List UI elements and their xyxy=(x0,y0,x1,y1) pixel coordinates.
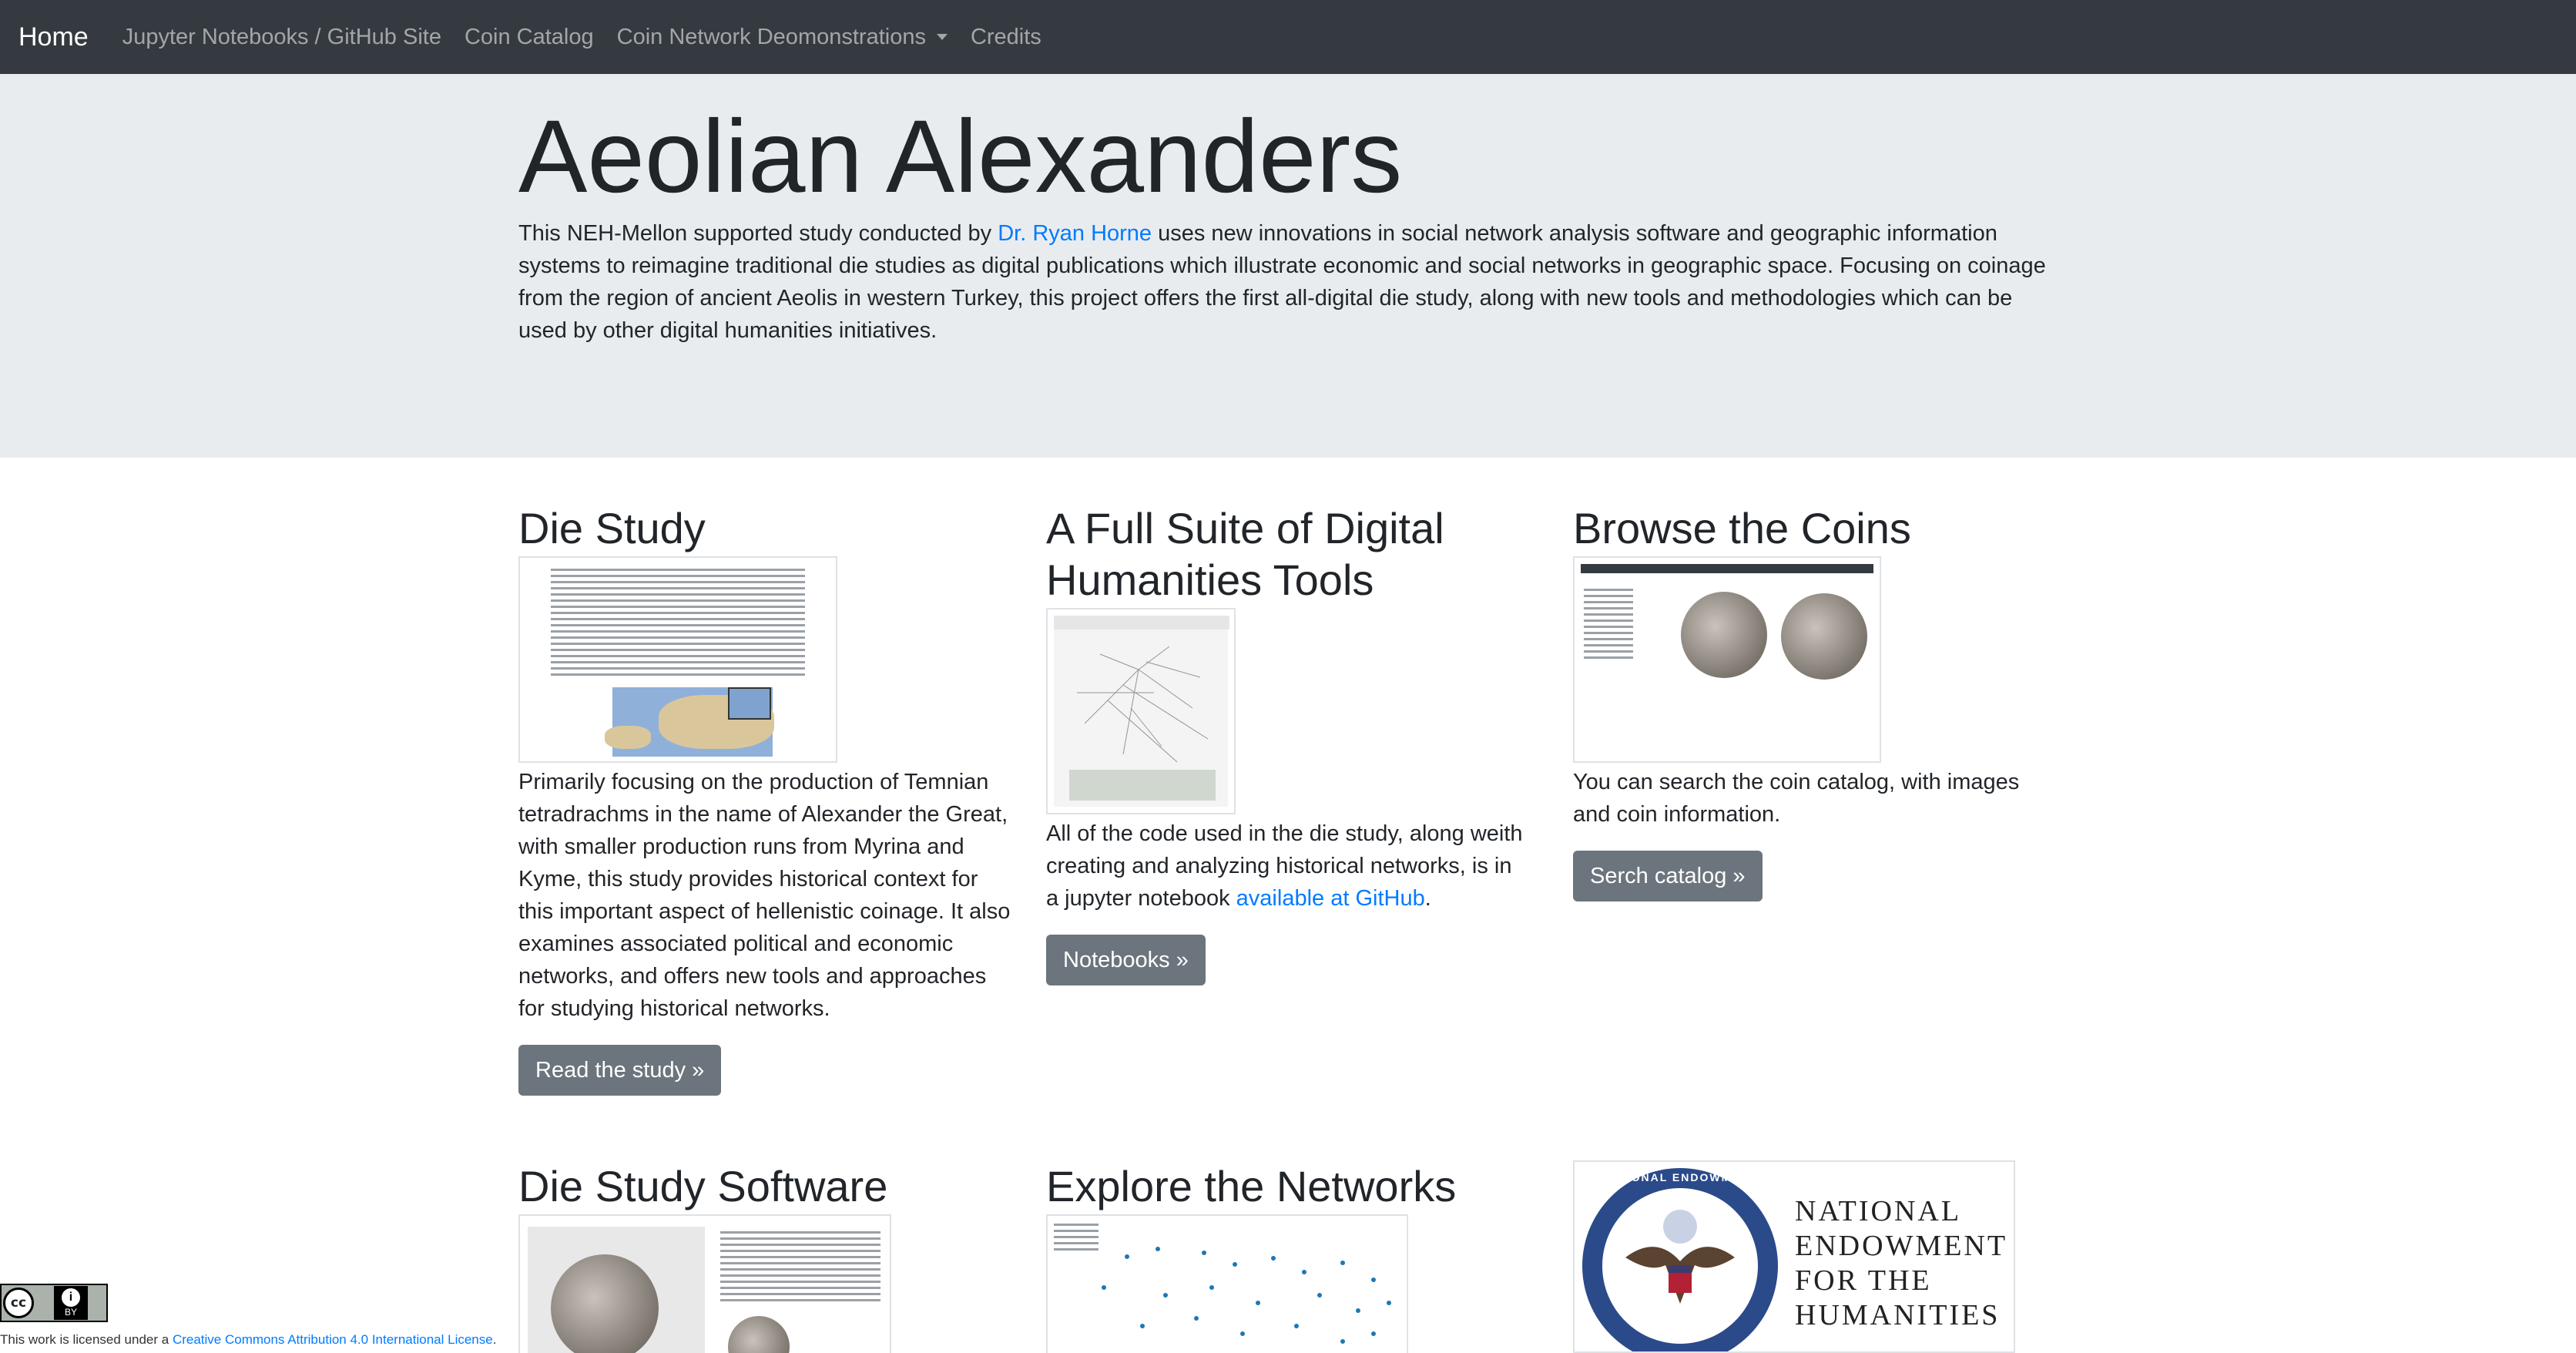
nav-network-dropdown[interactable]: Coin Network Deomonstrations xyxy=(617,25,948,50)
document-text-preview xyxy=(551,569,805,680)
coin-reverse-image xyxy=(1781,593,1867,680)
nav-home-link[interactable]: Home xyxy=(18,22,89,52)
card-die-study-software: Die Study Software xyxy=(518,1160,1011,1353)
die-study-heading: Die Study xyxy=(518,504,706,552)
page-title: Aeolian Alexanders xyxy=(518,99,1403,214)
map-image xyxy=(605,687,774,757)
eagle-icon xyxy=(1625,1210,1735,1304)
license-text-after: . xyxy=(492,1332,497,1347)
github-link[interactable]: available at GitHub xyxy=(1236,886,1425,911)
networks-thumbnail[interactable] xyxy=(1046,1214,1408,1353)
author-link[interactable]: Dr. Ryan Horne xyxy=(998,221,1152,246)
top-navbar: Home Jupyter Notebooks / GitHub Site Coi… xyxy=(0,0,2576,74)
coin-catalog-thumbnail[interactable] xyxy=(1573,556,1881,763)
nav-credits-link[interactable]: Credits xyxy=(971,25,1041,50)
browse-heading: Browse the Coins xyxy=(1573,504,1911,552)
nav-coin-catalog-link[interactable]: Coin Catalog xyxy=(465,25,594,50)
nav-credits-label: Credits xyxy=(970,24,1041,49)
cc-license-badge[interactable]: cc i BY xyxy=(0,1284,108,1322)
coin-obverse-image xyxy=(1681,592,1767,678)
neh-wordmark: NATIONAL ENDOWMENT FOR THE HUMANITIES xyxy=(1795,1195,2008,1331)
neh-seal-icon: NATIONAL ENDOWMENT xyxy=(1582,1168,1778,1351)
by-icon: i BY xyxy=(54,1286,88,1320)
nav-network-label: Coin Network Deomonstrations xyxy=(616,24,926,49)
die-study-thumbnail[interactable] xyxy=(518,556,837,763)
search-catalog-button[interactable]: Serch catalog » xyxy=(1573,851,1763,901)
tools-text-after: . xyxy=(1424,886,1431,911)
license-text-before: This work is licensed under a xyxy=(0,1332,173,1347)
hero-text-before: This NEH-Mellon supported study conducte… xyxy=(518,221,998,246)
card-browse-coins: Browse the Coins You can search the coin… xyxy=(1573,502,2051,901)
neh-logo[interactable]: NATIONAL ENDOWMENT NATIONAL ENDOWMENT FO… xyxy=(1573,1160,2015,1353)
license-link[interactable]: Creative Commons Attribution 4.0 Interna… xyxy=(173,1332,493,1347)
software-heading: Die Study Software xyxy=(518,1162,888,1210)
cc-icon: cc xyxy=(3,1288,34,1318)
license-notice: This work is licensed under a Creative C… xyxy=(0,1332,496,1348)
nav-jupyter-link[interactable]: Jupyter Notebooks / GitHub Site xyxy=(122,25,441,50)
coin-image xyxy=(551,1254,659,1353)
die-study-description: Primarily focusing on the production of … xyxy=(518,770,1011,1021)
card-die-study: Die Study Primarily focusing on the prod… xyxy=(518,502,1011,1096)
card-explore-networks: Explore the Networks xyxy=(1046,1160,1524,1353)
chevron-down-icon xyxy=(936,34,948,40)
hero-description: This NEH-Mellon supported study conducte… xyxy=(518,217,2059,347)
hero-section: Aeolian Alexanders This NEH-Mellon suppo… xyxy=(0,74,2576,458)
software-thumbnail[interactable] xyxy=(518,1214,891,1353)
nav-jupyter-label: Jupyter Notebooks / GitHub Site xyxy=(122,24,441,49)
by-label: BY xyxy=(64,1307,77,1318)
tools-description: All of the code used in the die study, a… xyxy=(1046,818,1524,915)
notebook-thumbnail[interactable] xyxy=(1046,608,1236,814)
notebooks-button[interactable]: Notebooks » xyxy=(1046,935,1206,985)
neh-seal-text: NATIONAL ENDOWMENT xyxy=(1601,1171,1759,1183)
tools-heading: A Full Suite of Digital Humanities Tools xyxy=(1046,504,1444,604)
read-study-button[interactable]: Read the study » xyxy=(518,1045,722,1096)
browse-description: You can search the coin catalog, with im… xyxy=(1573,770,2020,827)
coin-image-small xyxy=(728,1316,790,1353)
networks-heading: Explore the Networks xyxy=(1046,1162,1457,1210)
card-digital-tools: A Full Suite of Digital Humanities Tools… xyxy=(1046,502,1524,985)
network-graph-preview xyxy=(1054,616,1229,801)
nav-coin-catalog-label: Coin Catalog xyxy=(464,24,594,49)
